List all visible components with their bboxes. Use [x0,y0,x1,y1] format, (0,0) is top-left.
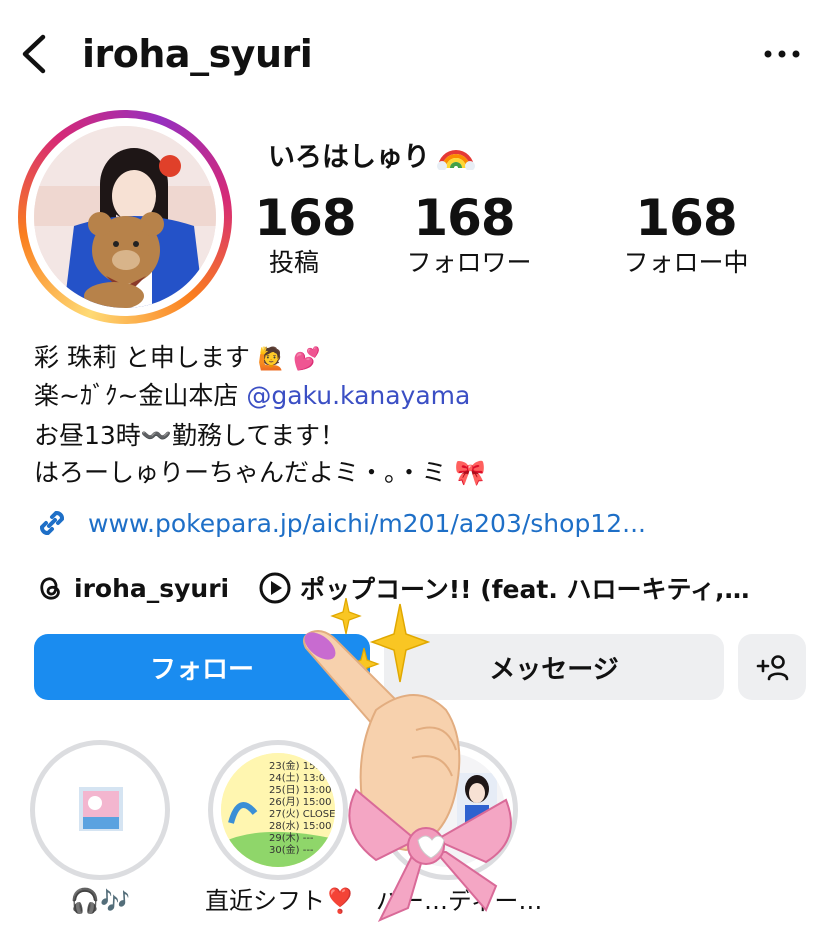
link-icon [40,511,64,535]
threads-badge[interactable]: iroha_syuri [34,566,229,610]
posts-label: 投稿 [268,248,319,277]
play-circle-icon [259,572,291,604]
link-text[interactable]: www.pokepara.jp/aichi/m201/a203/shop12..… [88,509,646,538]
followers-count[interactable]: 168 [404,188,524,248]
avatar-photo [34,126,216,308]
rainbow-emoji [437,150,475,170]
bio-line: はろーしゅりーちゃんだよミ・。・ミ 🎀 [34,455,486,491]
threads-icon [40,577,60,600]
bio-line: お昼13時〰️勤務してます！ [34,421,345,450]
followers-label[interactable]: フォロワー [394,246,544,280]
woman-emoji: 🙋 [257,347,286,372]
external-link[interactable]: www.pokepara.jp/aichi/m201/a203/shop12..… [34,500,646,546]
ribbon-emoji: 🎀 [454,458,486,487]
threads-handle[interactable]: iroha_syuri [74,574,229,603]
hearts-emoji: 💕 [293,347,321,372]
more-horizontal-icon [764,50,800,58]
chevron-left-icon [22,34,46,74]
suggest-users-button[interactable] [738,634,806,700]
posts-count: 168 [254,189,356,247]
bio-text: 彩 珠莉 と申します [34,343,250,372]
bio-text: はろーしゅりーちゃんだよミ・。・ミ [34,458,447,487]
bio-line: 楽~ｶﾞｸ~金山本店 @gaku.kanayama [34,378,470,414]
display-name: いろはしゅり [268,142,430,173]
following-label[interactable]: フォロー中 [606,246,766,280]
following-count[interactable]: 168 [626,188,746,248]
more-options-button[interactable] [760,36,804,72]
mention-link[interactable]: @gaku.kanayama [246,381,470,410]
page-title: iroha_syuri [82,32,313,76]
bio-line: 彩 珠莉 と申します 🙋 💕 [34,340,321,378]
story-highlight[interactable] [30,740,170,880]
highlight-label: 🎧🎶 [70,887,130,915]
story-ring[interactable] [18,110,232,324]
add-user-icon [756,655,789,681]
avatar [34,126,216,308]
pointing-hand-sticker [303,630,512,922]
bio-text: 楽~ｶﾞｸ~金山本店 [34,381,247,410]
highlight-cover [43,753,157,867]
back-button[interactable] [14,30,54,78]
